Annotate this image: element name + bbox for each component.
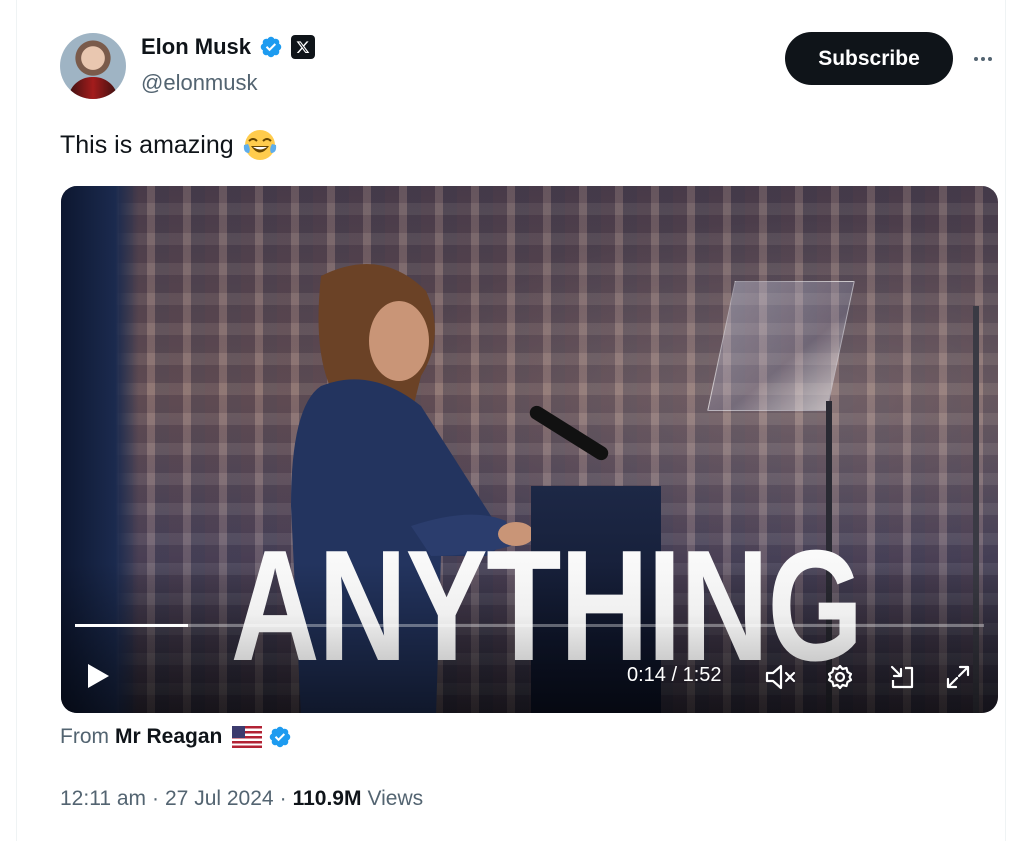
author-handle[interactable]: @elonmusk	[141, 70, 258, 96]
dock-icon[interactable]	[885, 660, 919, 694]
author-name-row: Elon Musk	[141, 34, 316, 60]
source-account-name[interactable]: Mr Reagan	[115, 725, 222, 749]
post-date[interactable]: 27 Jul 2024	[165, 787, 274, 811]
video-player[interactable]: ANYTHING 0:14 / 1:52	[61, 186, 998, 713]
views-count: 110.9M	[292, 787, 362, 810]
play-icon[interactable]	[83, 660, 113, 692]
volume-muted-icon[interactable]	[761, 660, 801, 694]
video-progress-bar[interactable]	[75, 624, 984, 627]
author-name[interactable]: Elon Musk	[141, 34, 251, 60]
post-time[interactable]: 12:11 am	[60, 787, 146, 811]
source-verified-badge-icon	[270, 726, 291, 748]
gear-icon[interactable]	[823, 660, 857, 694]
meta-separator: ·	[152, 787, 159, 810]
avatar[interactable]	[60, 33, 126, 99]
video-progress-fill	[75, 624, 188, 627]
meta-separator: ·	[279, 787, 287, 810]
from-label: From	[60, 725, 109, 748]
tweet-text: This is amazing	[60, 130, 234, 159]
views-label: Views	[367, 787, 424, 810]
tweet-text-row: This is amazing	[60, 127, 278, 163]
tweet-meta-row: 12:11 am · 27 Jul 2024 · 110.9M Views	[60, 787, 423, 811]
tweet-card: Elon Musk @elonmusk Subscribe This is am…	[16, 0, 1006, 841]
verified-badge-icon	[260, 36, 282, 58]
subscribe-button[interactable]: Subscribe	[785, 32, 953, 85]
teleprompter-glass	[707, 281, 855, 411]
laughing-crying-emoji-icon	[243, 130, 276, 160]
x-logo-icon	[291, 35, 316, 59]
more-options-icon[interactable]	[965, 44, 1001, 74]
video-source-row: From Mr Reagan	[60, 725, 292, 749]
us-flag-icon	[232, 726, 263, 748]
video-time-display: 0:14 / 1:52	[627, 664, 722, 686]
expand-icon[interactable]	[941, 660, 975, 694]
